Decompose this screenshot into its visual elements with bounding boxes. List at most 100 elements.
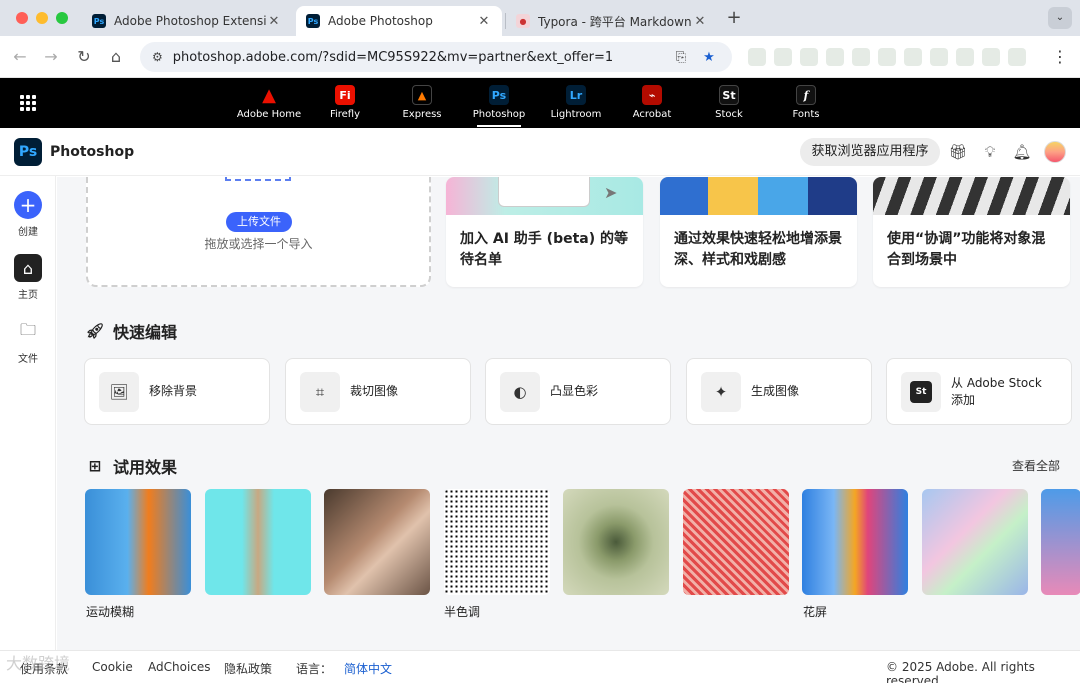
adchoices-link[interactable]: AdChoices	[148, 660, 211, 674]
app-stock[interactable]: St Stock	[694, 83, 764, 120]
effect-tile-halftone[interactable]	[444, 489, 550, 595]
address-bar[interactable]: ⚙ photoshop.adobe.com/?sdid=MC95S922&mv=…	[140, 42, 732, 72]
promo-card-ai-assistant[interactable]: ➤ 加入 AI 助手 (beta) 的等待名单	[446, 177, 643, 287]
quick-edit-pop-color[interactable]: ◐ 凸显色彩	[485, 358, 671, 425]
close-tab-icon[interactable]: ✕	[476, 14, 492, 29]
privacy-link[interactable]: 隐私政策	[224, 660, 272, 677]
adobe-logo-icon: ▲	[262, 84, 276, 106]
new-tab-button[interactable]: +	[724, 8, 744, 28]
app-switcher-icon[interactable]	[20, 95, 36, 111]
extension-icon[interactable]	[748, 48, 766, 66]
promo-text: 使用“协调”功能将对象混合到场景中	[887, 231, 1046, 268]
upload-file-button[interactable]: 上传文件	[226, 212, 292, 232]
tab-search-icon[interactable]: ⌄	[1048, 7, 1072, 29]
upload-dropzone[interactable]: 上传文件 拖放或选择一个导入	[86, 177, 431, 287]
quick-edit-crop-image[interactable]: ⌗ 裁切图像	[285, 358, 471, 425]
lightroom-icon: Lr	[566, 85, 586, 105]
site-settings-icon[interactable]: ⚙	[152, 50, 163, 64]
footer: 使用条款 Cookie AdChoices 隐私政策 语言： 简体中文 © 20…	[0, 650, 1080, 683]
app-fonts[interactable]: f Fonts	[771, 83, 841, 120]
app-adobe-home[interactable]: ▲ Adobe Home	[234, 83, 304, 121]
plus-icon: +	[14, 191, 42, 219]
minimize-window-button[interactable]	[36, 12, 48, 24]
close-tab-icon[interactable]: ✕	[266, 14, 282, 29]
get-browser-app-button[interactable]: 获取浏览器应用程序	[800, 138, 940, 166]
promo-image	[660, 177, 857, 215]
upload-illustration	[225, 177, 291, 181]
rail-item-files[interactable]: 🗀 文件	[0, 318, 56, 366]
effect-tile-glitch[interactable]	[802, 489, 908, 595]
app-photoshop[interactable]: Ps Photoshop	[464, 83, 534, 127]
app-lightroom[interactable]: Lr Lightroom	[541, 83, 611, 120]
effect-tile[interactable]	[683, 489, 789, 595]
effect-tile[interactable]	[563, 489, 669, 595]
extension-icon[interactable]	[826, 48, 844, 66]
extension-icon[interactable]	[904, 48, 922, 66]
avatar[interactable]	[1044, 141, 1066, 163]
image-icon: 🖼︎	[99, 371, 139, 412]
rail-item-create[interactable]: + 创建	[0, 191, 56, 238]
view-all-link[interactable]: 查看全部	[1012, 457, 1060, 474]
lightbulb-icon[interactable]: 💡︎	[980, 142, 1000, 162]
fonts-icon: f	[796, 85, 816, 105]
try-effects-heading: ⊞ 试用效果	[85, 454, 177, 478]
cookie-link[interactable]: Cookie	[92, 660, 133, 674]
effect-tile[interactable]	[922, 489, 1028, 595]
extension-icon[interactable]	[956, 48, 974, 66]
effect-tile[interactable]	[205, 489, 311, 595]
gift-icon[interactable]: 🎁︎	[948, 142, 968, 162]
effect-label: 花屏	[803, 605, 828, 619]
promo-image	[873, 177, 1070, 215]
install-app-icon[interactable]: ⎘	[670, 50, 692, 65]
extension-icon[interactable]	[774, 48, 792, 66]
close-window-button[interactable]	[16, 12, 28, 24]
extension-icon[interactable]	[878, 48, 896, 66]
url-text[interactable]: photoshop.adobe.com/?sdid=MC95S922&mv=pa…	[173, 50, 664, 65]
upload-hint: 拖放或选择一个导入	[204, 237, 313, 251]
extension-icon[interactable]	[800, 48, 818, 66]
effect-tile[interactable]	[1041, 489, 1080, 595]
tab-title: Adobe Photoshop	[328, 14, 433, 28]
browser-menu-icon[interactable]: ⋮	[1052, 46, 1068, 68]
browser-tab[interactable]: ● Typora - 跨平台 Markdown 编 ✕	[506, 6, 718, 36]
browser-tab-active[interactable]: Ps Adobe Photoshop ✕	[296, 6, 502, 36]
back-arrow-icon[interactable]: ←	[9, 46, 31, 68]
promo-card-effects[interactable]: 通过效果快速轻松地增添景深、样式和戏剧感	[660, 177, 857, 287]
tab-title: Typora - 跨平台 Markdown 编	[538, 14, 692, 29]
effect-tile[interactable]	[324, 489, 430, 595]
maximize-window-button[interactable]	[56, 12, 68, 24]
quick-edit-remove-background[interactable]: 🖼︎ 移除背景	[84, 358, 270, 425]
bell-icon[interactable]: 🔔︎	[1012, 142, 1032, 162]
effect-label: 运动模糊	[86, 605, 135, 619]
extension-icon[interactable]	[852, 48, 870, 66]
browser-tab[interactable]: Ps Adobe Photoshop Extension ✕	[82, 6, 292, 36]
home-icon[interactable]: ⌂	[105, 46, 127, 68]
extension-icon[interactable]	[930, 48, 948, 66]
promo-card-harmonize[interactable]: 使用“协调”功能将对象混合到场景中	[873, 177, 1070, 287]
quick-edit-add-from-stock[interactable]: St 从 Adobe Stock 添加	[886, 358, 1072, 425]
rocket-icon: 🚀︎	[85, 322, 105, 340]
photoshop-logo[interactable]: Ps	[14, 138, 42, 166]
app-firefly[interactable]: Fi Firefly	[310, 83, 380, 120]
extensions-area	[748, 48, 1038, 66]
app-acrobat[interactable]: ⌁ Acrobat	[617, 83, 687, 120]
rail-item-home[interactable]: ⌂ 主页	[0, 254, 56, 301]
typora-icon: ●	[516, 14, 530, 28]
copyright: © 2025 Adobe. All rights reserved.	[886, 660, 1035, 683]
cursor-icon: ➤	[604, 183, 618, 202]
quick-edit-generate-image[interactable]: ✦ 生成图像	[686, 358, 872, 425]
forward-arrow-icon[interactable]: →	[40, 46, 62, 68]
browser-toolbar: ← → ↻ ⌂ ⚙ photoshop.adobe.com/?sdid=MC95…	[0, 36, 1080, 78]
photoshop-icon: Ps	[489, 85, 509, 105]
close-tab-icon[interactable]: ✕	[692, 14, 708, 29]
express-icon: ▲	[412, 85, 432, 105]
bookmark-star-icon[interactable]: ★	[698, 50, 720, 65]
home-icon: ⌂	[14, 254, 42, 282]
extension-icon[interactable]	[982, 48, 1000, 66]
firefly-icon: Fi	[335, 85, 355, 105]
app-express[interactable]: ▲ Express	[387, 83, 457, 120]
effect-tile-motion-blur[interactable]	[85, 489, 191, 595]
extension-icon[interactable]	[1008, 48, 1026, 66]
reload-icon[interactable]: ↻	[73, 46, 95, 68]
language-selector[interactable]: 简体中文	[344, 660, 392, 677]
